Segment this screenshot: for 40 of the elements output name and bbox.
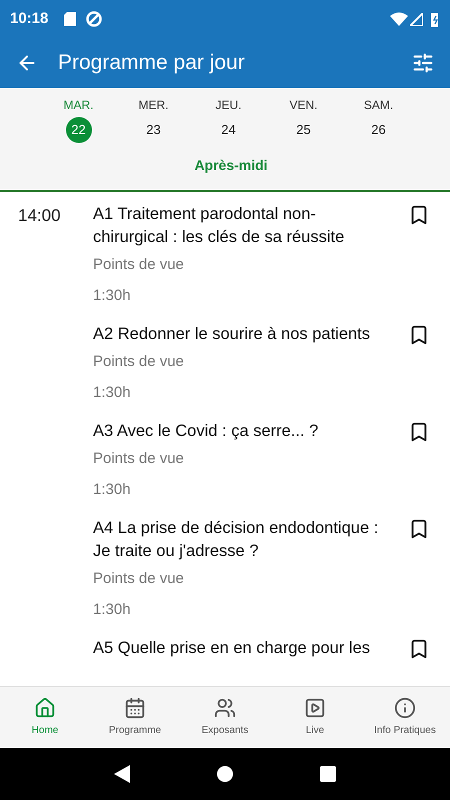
session-title[interactable]: A1 Traitement parodontal non-chirurgical : les clés de sa réussite: [93, 203, 408, 249]
page-title: Programme par jour: [58, 50, 245, 76]
home-nav-icon[interactable]: [216, 766, 233, 782]
day-tab[interactable]: VEN. 25: [266, 96, 341, 143]
signal-icon: [410, 12, 423, 26]
session-duration: 1:30h: [93, 382, 132, 402]
nav-tab[interactable]: Live: [270, 687, 360, 748]
nav-tab[interactable]: Exposants: [180, 687, 270, 748]
session-title[interactable]: A5 Quelle prise en en charge pour les: [93, 637, 408, 660]
sd-card-icon: [64, 12, 76, 26]
battery-icon: [431, 12, 440, 26]
nav-tab[interactable]: Info Pratiques: [360, 687, 450, 748]
session-type: Points de vue: [93, 569, 185, 589]
day-tab[interactable]: JEU. 24: [191, 96, 266, 143]
info-icon: [394, 697, 416, 719]
session-type: Points de vue: [93, 352, 185, 372]
session-title[interactable]: A4 La prise de décision endodontique : Je traite ou j'adresse ?: [93, 517, 408, 563]
status-time: 10:18: [10, 8, 48, 29]
session-time: 14:00: [18, 206, 61, 225]
day-tab[interactable]: SAM. 26: [341, 96, 416, 143]
session-duration: 1:30h: [93, 480, 132, 500]
session-type: Points de vue: [93, 255, 185, 275]
people-icon: [214, 697, 236, 719]
session-duration: 1:30h: [93, 286, 132, 306]
period-label: Après-midi: [193, 156, 268, 175]
session-type: Points de vue: [93, 449, 185, 469]
session-title[interactable]: A2 Redonner le sourire à nos patients: [93, 323, 408, 346]
filter-button[interactable]: [412, 52, 434, 74]
play-icon: [304, 697, 326, 719]
recents-nav-icon[interactable]: [320, 766, 336, 782]
nav-tab[interactable]: Home: [0, 687, 90, 748]
calendar-icon: [124, 697, 146, 719]
wifi-icon: [390, 12, 408, 26]
back-nav-icon[interactable]: [114, 765, 130, 783]
day-tab[interactable]: MAR. 22: [41, 96, 116, 143]
session-duration: 1:30h: [93, 600, 132, 620]
nav-tab[interactable]: Programme: [90, 687, 180, 748]
session-title[interactable]: A3 Avec le Covid : ça serre... ?: [93, 420, 408, 443]
day-tab[interactable]: MER. 23: [116, 96, 191, 143]
home-icon: [34, 697, 56, 719]
